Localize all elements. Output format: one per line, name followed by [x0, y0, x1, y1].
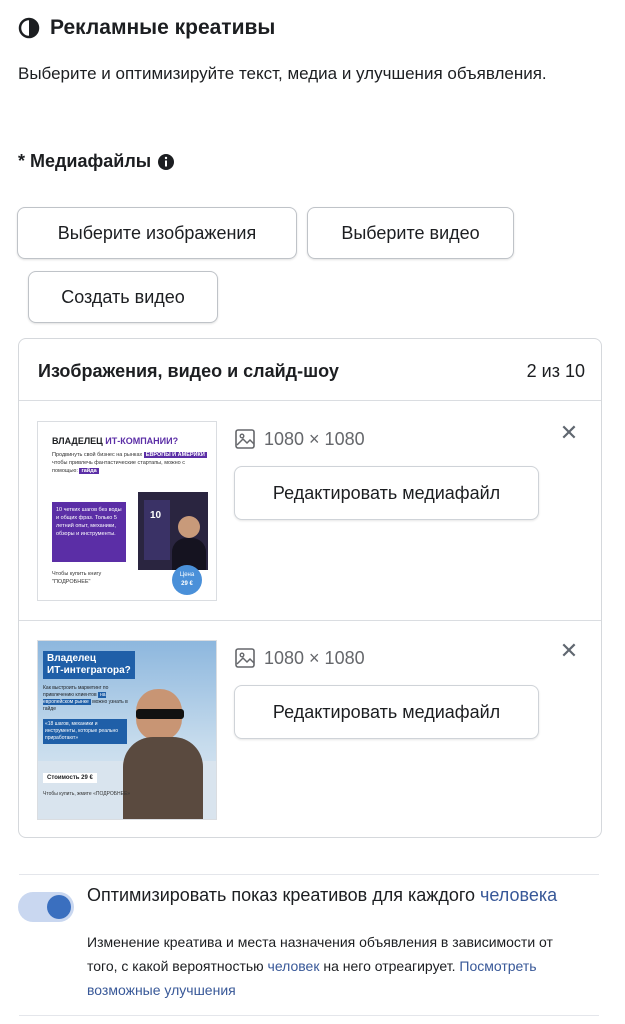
section-description: Выберите и оптимизируйте текст, медиа и …: [18, 64, 547, 83]
thumb2-text: Как выстроить маркетинг по привлечению к…: [43, 685, 128, 713]
optimize-title-text: Оптимизировать показ креативов для каждо…: [87, 885, 481, 905]
thumb2-price: Стоимость 29 €: [43, 773, 97, 783]
optimize-title: Оптимизировать показ креативов для каждо…: [87, 881, 587, 909]
image-icon: [235, 648, 255, 668]
media-files-label: * Медиафайлы: [18, 151, 175, 172]
optimize-desc-middle: на него отреагирует.: [319, 958, 460, 974]
thumb1-line2: чтобы привлечь: [52, 460, 93, 466]
section-title: Рекламные креативы: [50, 16, 276, 39]
thumb2-foot: Чтобы купить, жмите «ПОДРОБНЕЕ»: [43, 791, 131, 797]
toggle-knob: [47, 895, 71, 919]
image-icon: [235, 429, 255, 449]
panel-divider: [19, 400, 601, 401]
thumb1-price-b: 29 €: [181, 581, 193, 587]
item-divider: [19, 620, 601, 621]
thumb1-line1: Продвинуть свой бизнес на рынках: [52, 452, 143, 458]
optimize-title-link[interactable]: человека: [480, 885, 557, 905]
remove-media-1-close-icon[interactable]: ✕: [558, 422, 580, 444]
media-dimensions-text-1: 1080 × 1080: [264, 428, 365, 449]
thumb1-heading-b: ИТ-КОМПАНИИ?: [105, 436, 179, 446]
thumb1-box: 10 четких шагов без воды и общих фраз. Т…: [52, 502, 126, 562]
optimize-toggle[interactable]: [18, 892, 74, 922]
edit-media-button-1[interactable]: Редактировать медиафайл: [234, 466, 539, 520]
thumb1-person-face: [178, 516, 200, 538]
media-dimensions-text-2: 1080 × 1080: [264, 647, 365, 668]
edit-media-button-2[interactable]: Редактировать медиафайл: [234, 685, 539, 739]
bottom-divider: [19, 1015, 599, 1016]
thumb2-heading: Владелец ИТ-интегратора?: [43, 651, 135, 679]
thumb1-book-image: 10: [138, 492, 208, 570]
info-icon[interactable]: [157, 153, 175, 171]
thumb1-heading-a: ВЛАДЕЛЕЦ: [52, 436, 106, 446]
media-files-label-text: * Медиафайлы: [18, 151, 152, 171]
thumb2-sunglasses: [136, 709, 184, 719]
select-video-button[interactable]: Выберите видео: [307, 207, 514, 259]
media-thumbnail-2[interactable]: Владелец ИТ-интегратора? Как выстроить м…: [37, 640, 217, 820]
thumb1-heading: ВЛАДЕЛЕЦ ИТ-КОМПАНИИ?: [52, 436, 178, 446]
thumb1-foot: Чтобы купить книгу "ПОДРОБНЕЕ": [52, 571, 102, 585]
select-images-button[interactable]: Выберите изображения: [17, 207, 297, 259]
optimize-desc-person-link[interactable]: человек: [268, 958, 320, 974]
media-dimensions-2: 1080 × 1080: [234, 647, 365, 669]
thumb1-tag1: ЕВРОПЫ И АМЕРИКИ: [143, 452, 207, 458]
remove-media-2-close-icon[interactable]: ✕: [558, 640, 580, 662]
section-header: Рекламные креативы: [18, 16, 275, 40]
media-library-title: Изображения, видео и слайд-шоу: [38, 361, 339, 381]
optimize-description: Изменение креатива и места назначения об…: [87, 930, 577, 1002]
thumb1-book-num: 10: [150, 510, 162, 521]
section-divider: [19, 874, 599, 875]
media-dimensions-1: 1080 × 1080: [234, 428, 365, 450]
half-circle-icon: [18, 17, 40, 39]
thumb2-person-body: [123, 737, 203, 819]
thumb2-heading-b: ИТ-интегратора?: [47, 665, 131, 676]
create-video-button[interactable]: Создать видео: [28, 271, 218, 323]
thumb1-book: 10: [144, 500, 170, 560]
media-library-count: 2 из 10: [526, 361, 585, 381]
thumb1-price-a: Цена: [179, 572, 195, 578]
thumb1-tag2: гайда: [79, 468, 99, 474]
thumb1-price-badge: Цена 29 €: [172, 565, 202, 595]
media-thumbnail-1[interactable]: ВЛАДЕЛЕЦ ИТ-КОМПАНИИ? Продвинуть свой би…: [37, 421, 217, 601]
thumb2-box: «18 шагов, механики и инструменты, котор…: [43, 719, 127, 744]
thumb1-text: Продвинуть свой бизнес на рынках ЕВРОПЫ …: [52, 451, 207, 475]
thumb2-heading-a: Владелец: [47, 653, 96, 664]
